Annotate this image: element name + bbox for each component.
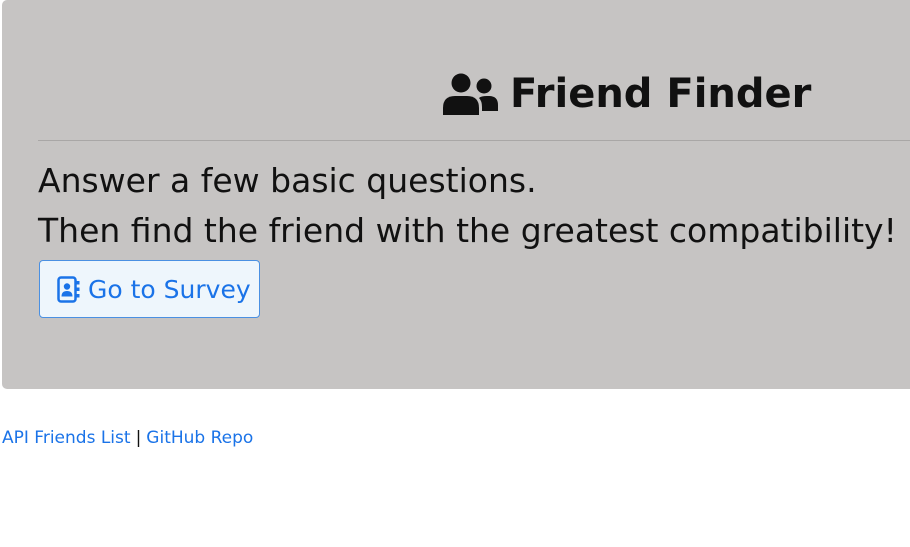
intro-line-2: Then find the friend with the greatest c…	[38, 211, 897, 250]
github-repo-link[interactable]: GitHub Repo	[146, 428, 253, 448]
footer-separator: |	[135, 428, 142, 448]
jumbotron: Friend Finder Answer a few basic questio…	[2, 0, 910, 389]
page-title: Friend Finder	[510, 71, 812, 117]
go-to-survey-button[interactable]: Go to Survey	[39, 260, 260, 318]
go-to-survey-label: Go to Survey	[88, 274, 251, 304]
user-friends-icon	[442, 73, 498, 115]
divider	[38, 140, 910, 141]
api-friends-list-link[interactable]: API Friends List	[2, 428, 131, 448]
address-book-icon	[57, 275, 80, 303]
title-row: Friend Finder	[442, 73, 811, 115]
footer: API Friends List | GitHub Repo	[2, 428, 253, 448]
intro-line-1: Answer a few basic questions.	[38, 161, 537, 200]
